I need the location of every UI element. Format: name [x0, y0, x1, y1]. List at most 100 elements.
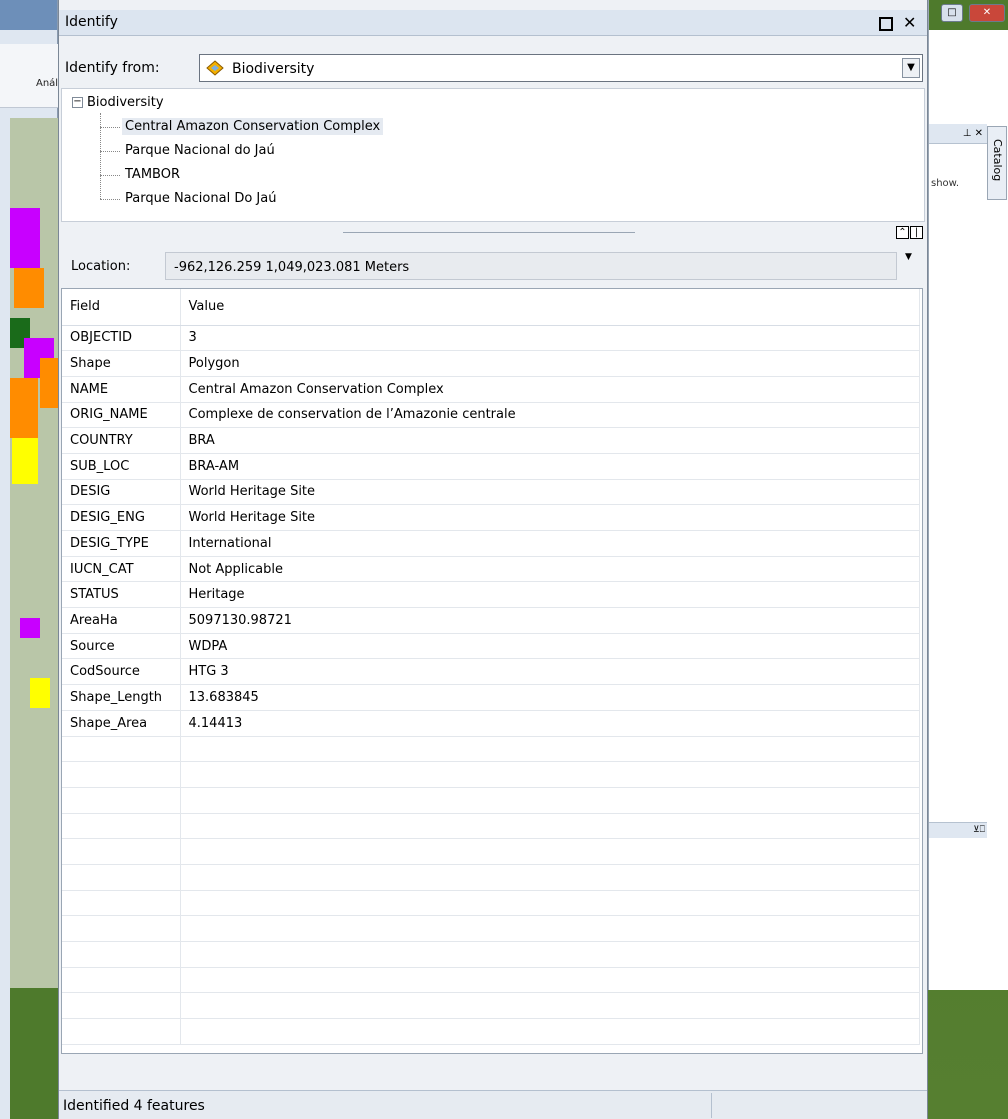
value-cell[interactable]: WDPA	[180, 633, 920, 660]
splitter-buttons: ⌃ |	[895, 226, 923, 239]
attributes-grid: Field Value OBJECTID 3 Shape Polygon NAME Cen…	[61, 288, 923, 1054]
identify-window: Identify ✕ Identify from: Biodiversity ▼…	[58, 0, 928, 1119]
table-row[interactable]: SUB_LOC BRA-AM	[62, 453, 920, 480]
background-map	[10, 118, 58, 988]
field-cell[interactable]: NAME	[62, 376, 181, 403]
value-cell[interactable]: BRA-AM	[180, 453, 920, 480]
value-cell[interactable]: 13.683845	[180, 684, 920, 711]
value-cell[interactable]: 3	[180, 325, 920, 352]
field-cell[interactable]: COUNTRY	[62, 427, 181, 454]
identify-from-select[interactable]: Biodiversity ▼	[199, 54, 923, 82]
collapse-icon[interactable]: −	[72, 97, 83, 108]
empty-cell	[180, 864, 920, 891]
value-cell[interactable]: Complexe de conservation de l’Amazonie c…	[180, 402, 920, 429]
field-cell[interactable]: DESIG_TYPE	[62, 530, 181, 557]
value-cell[interactable]: World Heritage Site	[180, 479, 920, 506]
layer-icon	[206, 60, 224, 76]
pin-close-icons[interactable]: ⊥ ✕	[929, 124, 987, 144]
table-row[interactable]: Shape_Length 13.683845	[62, 684, 920, 711]
table-row[interactable]: CodSource HTG 3	[62, 658, 920, 686]
pane-splitter[interactable]: ⌃ |	[59, 222, 927, 244]
empty-row	[62, 813, 920, 840]
catalog-tab[interactable]: Catalog	[987, 126, 1007, 200]
column-header-field[interactable]: Field	[62, 289, 181, 326]
value-cell[interactable]: World Heritage Site	[180, 504, 920, 531]
maximize-icon[interactable]	[879, 17, 893, 31]
table-row[interactable]: DESIG World Heritage Site	[62, 479, 920, 506]
field-cell[interactable]: Shape	[62, 350, 181, 377]
tree-connector	[100, 151, 120, 152]
value-cell[interactable]: Central Amazon Conservation Complex	[180, 376, 920, 403]
background-panel-text: show.	[931, 178, 960, 189]
value-cell[interactable]: 4.14413	[180, 710, 920, 737]
tree-item[interactable]: TAMBOR	[122, 166, 183, 183]
background-lower	[0, 988, 58, 1119]
value-cell[interactable]: HTG 3	[180, 658, 920, 686]
table-row[interactable]: OBJECTID 3	[62, 325, 920, 352]
table-row[interactable]: AreaHa 5097130.98721	[62, 607, 920, 634]
field-cell[interactable]: IUCN_CAT	[62, 556, 181, 583]
location-row: Location: -962,126.259 1,049,023.081 Met…	[59, 250, 927, 284]
tree-item[interactable]: Central Amazon Conservation Complex	[122, 118, 384, 135]
field-cell[interactable]: OBJECTID	[62, 325, 181, 352]
background-app-right: □ ✕ ⊥ ✕ show. Catalog ⊻⎕	[928, 0, 1008, 990]
empty-row	[62, 992, 920, 1020]
value-cell[interactable]: Heritage	[180, 581, 920, 609]
table-row[interactable]: COUNTRY BRA	[62, 427, 920, 454]
value-cell[interactable]: International	[180, 530, 920, 557]
value-cell[interactable]: BRA	[180, 427, 920, 454]
table-row[interactable]: DESIG_TYPE International	[62, 530, 920, 557]
table-row[interactable]: STATUS Heritage	[62, 581, 920, 609]
expand-up-icon[interactable]: ⌃	[896, 226, 909, 239]
table-row[interactable]: DESIG_ENG World Heritage Site	[62, 504, 920, 531]
empty-cell	[62, 787, 181, 814]
status-separator	[711, 1093, 712, 1118]
background-app-left: Anális	[0, 0, 66, 1119]
empty-cell	[62, 736, 181, 763]
layout-icon[interactable]: |	[910, 226, 923, 239]
empty-cell	[180, 813, 920, 840]
empty-row	[62, 967, 920, 994]
panel-footer-icons[interactable]: ⊻⎕	[929, 822, 987, 838]
identify-from-value: Biodiversity	[232, 61, 315, 77]
empty-row	[62, 941, 920, 968]
field-cell[interactable]: DESIG_ENG	[62, 504, 181, 531]
field-cell[interactable]: Shape_Length	[62, 684, 181, 711]
table-row[interactable]: Shape Polygon	[62, 350, 920, 377]
field-cell[interactable]: AreaHa	[62, 607, 181, 634]
table-row[interactable]: NAME Central Amazon Conservation Complex	[62, 376, 920, 403]
tree-root[interactable]: − Biodiversity	[72, 95, 164, 110]
maximize-icon[interactable]: □	[941, 4, 963, 22]
field-cell[interactable]: CodSource	[62, 658, 181, 686]
table-row[interactable]: ORIG_NAME Complexe de conservation de l’A…	[62, 402, 920, 429]
table-row[interactable]: Shape_Area 4.14413	[62, 710, 920, 737]
value-cell[interactable]: 5097130.98721	[180, 607, 920, 634]
empty-row	[62, 838, 920, 865]
field-cell[interactable]: ORIG_NAME	[62, 402, 181, 429]
field-cell[interactable]: STATUS	[62, 581, 181, 609]
field-cell[interactable]: SUB_LOC	[62, 453, 181, 480]
status-text: Identified 4 features	[63, 1098, 205, 1114]
tree-item[interactable]: Parque Nacional Do Jaú	[122, 190, 279, 207]
empty-cell	[180, 967, 920, 994]
location-label: Location:	[71, 259, 131, 274]
tree-item[interactable]: Parque Nacional do Jaú	[122, 142, 278, 159]
column-header-value[interactable]: Value	[180, 289, 920, 326]
window-title: Identify	[65, 14, 118, 30]
empty-row	[62, 787, 920, 814]
empty-cell	[180, 992, 920, 1020]
empty-cell	[180, 1018, 920, 1045]
chevron-down-icon[interactable]: ▼	[902, 58, 920, 78]
field-cell[interactable]: DESIG	[62, 479, 181, 506]
empty-cell	[62, 915, 181, 942]
field-cell[interactable]: Source	[62, 633, 181, 660]
table-row[interactable]: Source WDPA	[62, 633, 920, 660]
value-cell[interactable]: Not Applicable	[180, 556, 920, 583]
close-icon[interactable]: ✕	[903, 13, 916, 32]
table-row[interactable]: IUCN_CAT Not Applicable	[62, 556, 920, 583]
field-cell[interactable]: Shape_Area	[62, 710, 181, 737]
location-options-icon[interactable]: ▼	[905, 252, 912, 262]
empty-row	[62, 864, 920, 891]
value-cell[interactable]: Polygon	[180, 350, 920, 377]
close-icon[interactable]: ✕	[969, 4, 1005, 22]
